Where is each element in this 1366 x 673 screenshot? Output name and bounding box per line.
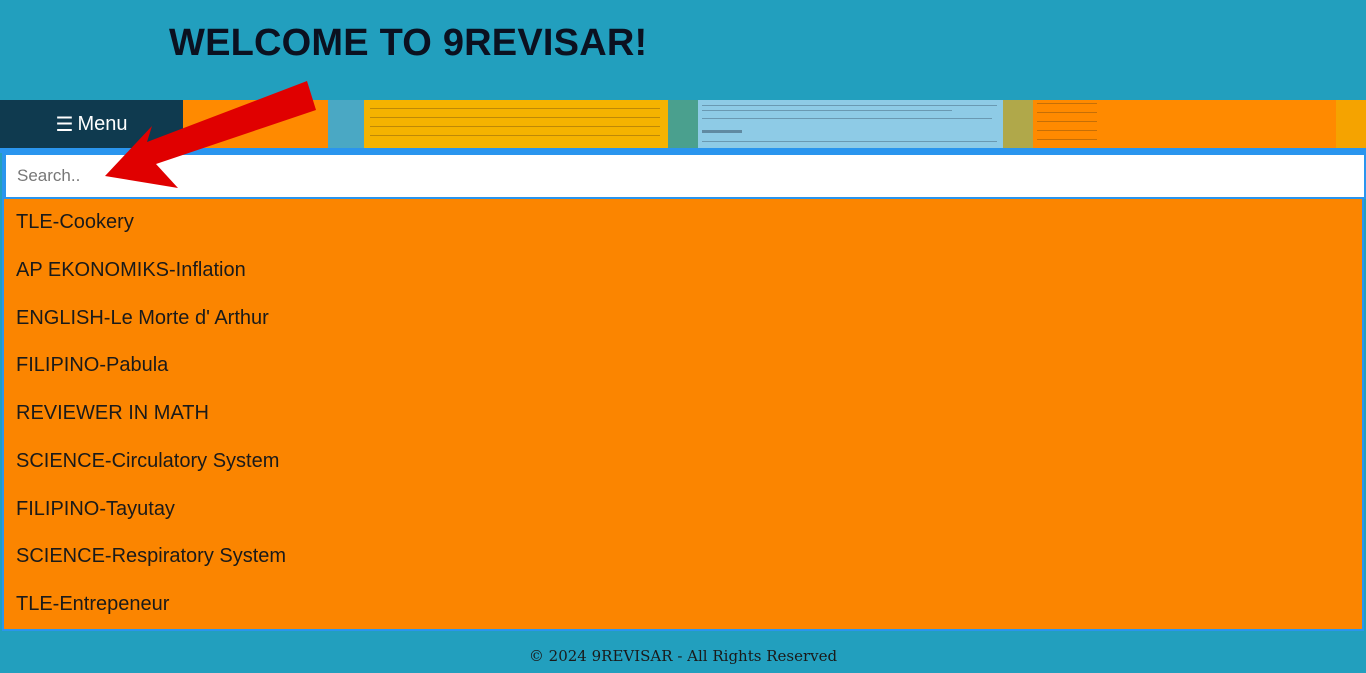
subject-list: TLE-Cookery AP EKONOMIKS-Inflation ENGLI… (4, 199, 1362, 629)
search-input[interactable] (4, 153, 1366, 199)
menu-label: Menu (77, 112, 128, 135)
background-preview-strip: ☰ Menu (0, 100, 1366, 148)
subject-link-science-circulatory-system[interactable]: SCIENCE-Circulatory System (4, 438, 1362, 486)
preview-thumbnail (1003, 100, 1033, 148)
preview-thumbnail (364, 100, 668, 148)
page-header: WELCOME TO 9REVISAR! (0, 0, 1366, 100)
menu-button[interactable]: ☰ Menu (0, 100, 183, 148)
subject-link-filipino-tayutay[interactable]: FILIPINO-Tayutay (4, 486, 1362, 534)
page-footer: © 2024 9REVISAR - All Rights Reserved (0, 631, 1366, 673)
hamburger-icon: ☰ (55, 113, 74, 136)
subject-link-english-le-morte-d-arthur[interactable]: ENGLISH-Le Morte d' Arthur (4, 295, 1362, 343)
subject-dropdown-panel: TLE-Cookery AP EKONOMIKS-Inflation ENGLI… (2, 153, 1366, 631)
subject-link-filipino-pabula[interactable]: FILIPINO-Pabula (4, 342, 1362, 390)
preview-thumbnail (668, 100, 698, 148)
page-title: WELCOME TO 9REVISAR! (169, 22, 648, 64)
preview-thumbnail (328, 100, 364, 148)
subject-link-science-respiratory-system[interactable]: SCIENCE-Respiratory System (4, 533, 1362, 581)
subject-link-reviewer-in-math[interactable]: REVIEWER IN MATH (4, 390, 1362, 438)
subject-link-ap-ekonomiks-inflation[interactable]: AP EKONOMIKS-Inflation (4, 247, 1362, 295)
copyright-text: © 2024 9REVISAR - All Rights Reserved (528, 647, 838, 665)
preview-thumbnail (1336, 100, 1366, 148)
preview-thumbnail (698, 100, 1003, 148)
subject-link-tle-entrepeneur[interactable]: TLE-Entrepeneur (4, 581, 1362, 629)
preview-thumbnail (183, 100, 328, 148)
subject-link-tle-cookery[interactable]: TLE-Cookery (4, 199, 1362, 247)
preview-thumbnail (1033, 100, 1336, 148)
